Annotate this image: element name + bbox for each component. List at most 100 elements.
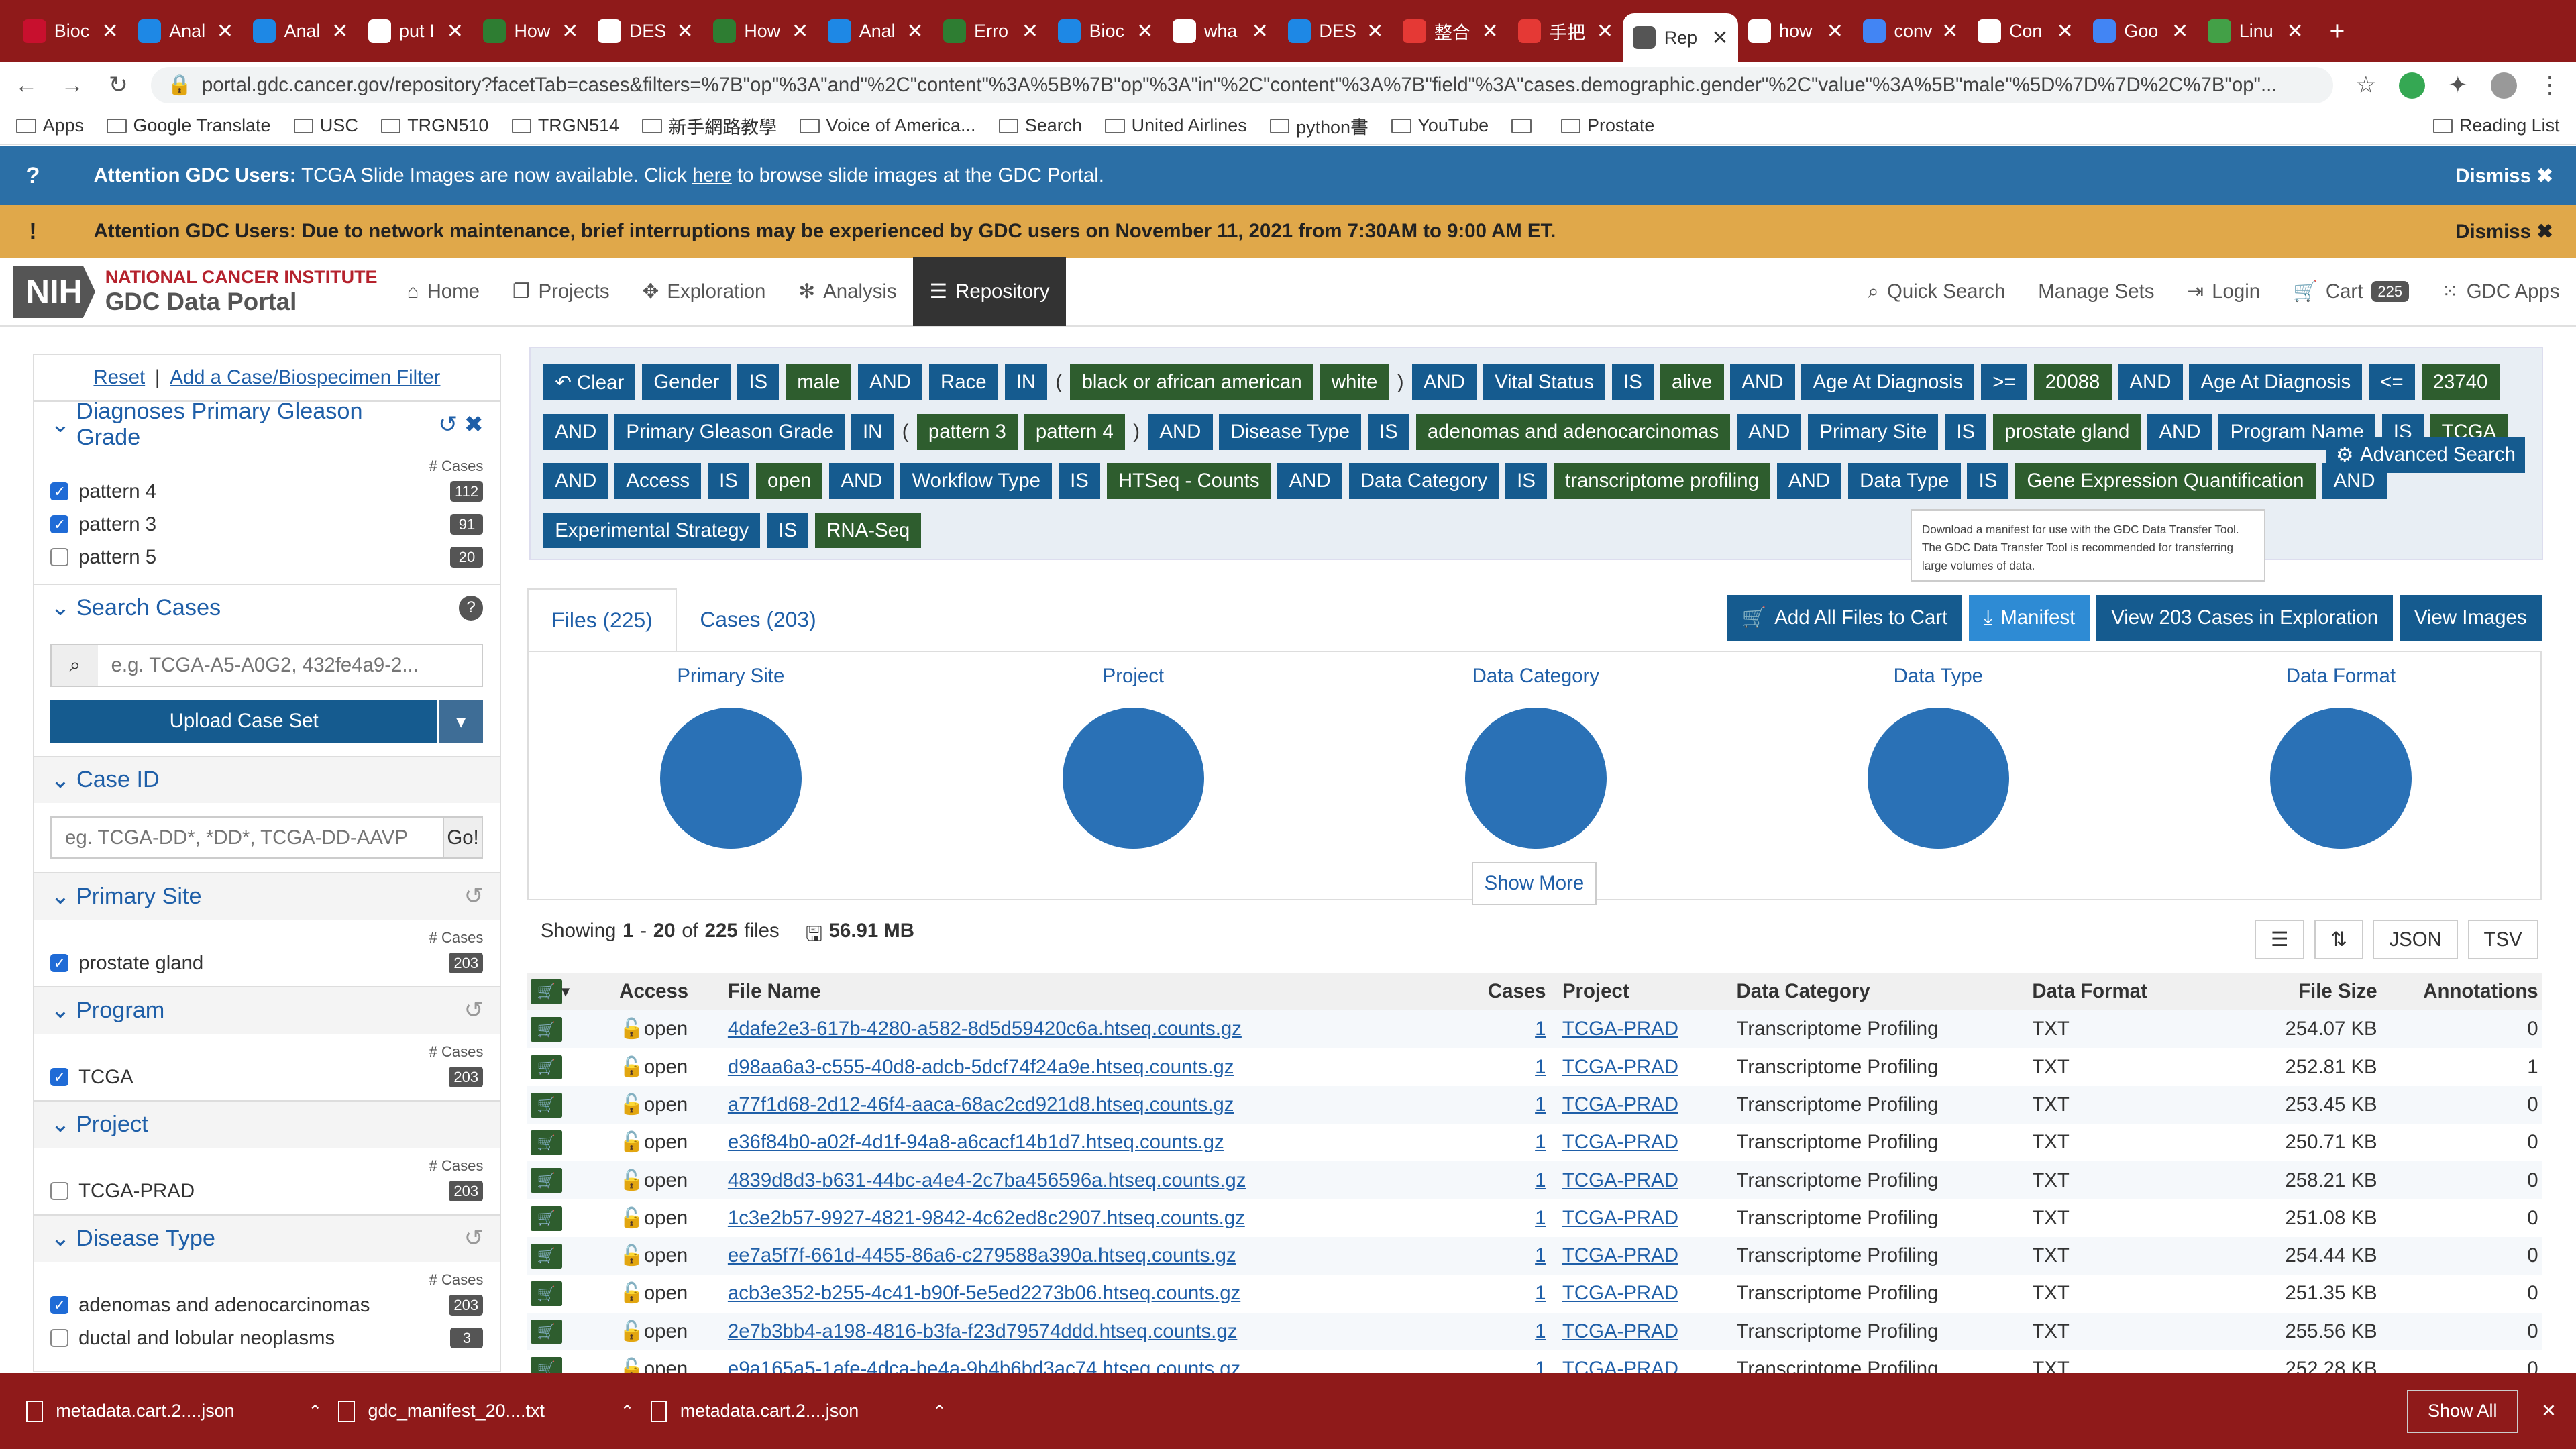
browser-tab[interactable]: 整合 ✕ bbox=[1393, 10, 1508, 53]
facet-header[interactable]: ⌄ Program ↺ bbox=[34, 987, 500, 1034]
col-annotations[interactable]: Annotations bbox=[2377, 980, 2542, 1003]
checkbox[interactable] bbox=[50, 1329, 69, 1348]
close-icon[interactable]: ✕ bbox=[1136, 19, 1153, 43]
case-id-input[interactable] bbox=[52, 817, 443, 858]
filter-value[interactable]: pattern 4 bbox=[1024, 413, 1125, 450]
search-input[interactable] bbox=[98, 645, 482, 686]
filter-value[interactable]: white bbox=[1320, 364, 1389, 401]
close-icon[interactable]: ✕ bbox=[1827, 19, 1843, 43]
browser-tab[interactable]: Linu ✕ bbox=[2198, 10, 2313, 53]
filter-value[interactable]: prostate gland bbox=[1993, 413, 2141, 450]
filter-operator[interactable]: IS bbox=[1967, 463, 2009, 499]
filter-field[interactable]: Disease Type bbox=[1219, 413, 1362, 450]
cart-add-icon[interactable]: 🛒 bbox=[531, 1319, 562, 1344]
cart-add-icon[interactable]: 🛒 bbox=[531, 1244, 562, 1269]
reset-icon[interactable]: ↺ bbox=[464, 997, 484, 1024]
file-name-link[interactable]: e36f84b0-a02f-4d1f-94a8-a6cacf14b1d7.hts… bbox=[728, 1131, 1224, 1153]
facet-header[interactable]: ⌄ Disease Type ↺ bbox=[34, 1215, 500, 1262]
sort-button[interactable]: ⇅ bbox=[2314, 920, 2363, 960]
tab-cases[interactable]: Cases (203) bbox=[677, 588, 839, 651]
filter-operator[interactable]: AND bbox=[1148, 413, 1213, 450]
project-link[interactable]: TCGA-PRAD bbox=[1562, 1169, 1678, 1191]
browser-tab[interactable]: Anal ✕ bbox=[243, 10, 358, 53]
cases-link[interactable]: 1 bbox=[1535, 1018, 1546, 1040]
bookmark-item[interactable]: TRGN514 bbox=[511, 115, 619, 136]
cart-add-icon[interactable]: 🛒 bbox=[531, 1168, 562, 1193]
filter-field[interactable]: Data Type bbox=[1847, 463, 1961, 499]
reset-icon[interactable]: ↺ bbox=[438, 411, 458, 438]
bookmark-item[interactable]: TRGN510 bbox=[381, 115, 488, 136]
filter-operator[interactable]: AND bbox=[2147, 413, 2212, 450]
star-icon[interactable]: ☆ bbox=[2353, 72, 2379, 99]
bookmark-item[interactable]: Apps bbox=[16, 115, 84, 136]
bookmark-item[interactable]: Google Translate bbox=[107, 115, 270, 136]
checkbox[interactable]: ✓ bbox=[50, 1296, 69, 1315]
menu-icon[interactable]: ⋮ bbox=[2536, 72, 2563, 99]
new-tab-button[interactable]: + bbox=[2330, 17, 2345, 46]
filter-value[interactable]: Gene Expression Quantification bbox=[2015, 463, 2316, 499]
col-project[interactable]: Project bbox=[1562, 980, 1737, 1003]
gdc-logo[interactable]: NIH NATIONAL CANCER INSTITUTE GDC Data P… bbox=[13, 265, 378, 319]
facet-header[interactable]: ⌄ Diagnoses Primary Gleason Grade ↺ ✖ bbox=[34, 398, 500, 450]
browser-tab[interactable]: 手把 ✕ bbox=[1508, 10, 1623, 53]
filter-operator[interactable]: AND bbox=[1776, 463, 1842, 499]
close-icon[interactable]: ✕ bbox=[561, 19, 578, 43]
cart-add-icon[interactable]: 🛒 bbox=[531, 1055, 562, 1080]
facet-header[interactable]: ⌄ Project bbox=[34, 1101, 500, 1148]
project-link[interactable]: TCGA-PRAD bbox=[1562, 1320, 1678, 1342]
filter-operator[interactable]: >= bbox=[1981, 364, 2027, 401]
manage-sets-button[interactable]: Manage Sets bbox=[2022, 257, 2171, 326]
browser-tab[interactable]: How ✕ bbox=[473, 10, 588, 53]
upload-case-set-button[interactable]: Upload Case Set bbox=[50, 700, 437, 743]
cases-link[interactable]: 1 bbox=[1535, 1207, 1546, 1229]
browser-tab[interactable]: DES ✕ bbox=[588, 10, 703, 53]
pie-chart[interactable] bbox=[1465, 707, 1607, 849]
cart-add-icon[interactable]: 🛒 bbox=[531, 1281, 562, 1307]
close-icon[interactable]: ✕ bbox=[2541, 1401, 2557, 1421]
cart-select-all-icon[interactable]: 🛒 bbox=[531, 979, 562, 1004]
bookmark-item[interactable]: YouTube bbox=[1391, 115, 1489, 136]
filter-operator[interactable]: IS bbox=[1058, 463, 1100, 499]
reading-list-button[interactable]: Reading List bbox=[2432, 115, 2560, 136]
show-more-button[interactable]: Show More bbox=[1471, 862, 1597, 905]
view-images-button[interactable]: View Images bbox=[2399, 594, 2542, 641]
filter-operator[interactable]: AND bbox=[1411, 364, 1477, 401]
filter-operator[interactable]: IN bbox=[851, 413, 894, 450]
cases-link[interactable]: 1 bbox=[1535, 1093, 1546, 1116]
caret-down-icon[interactable]: ▾ bbox=[437, 700, 484, 743]
forward-icon[interactable]: → bbox=[59, 72, 85, 99]
nav-repository[interactable]: ☰ Repository bbox=[913, 257, 1067, 327]
project-link[interactable]: TCGA-PRAD bbox=[1562, 1056, 1678, 1078]
here-link[interactable]: here bbox=[692, 164, 732, 186]
checkbox[interactable]: ✓ bbox=[50, 482, 69, 501]
manifest-button[interactable]: ⤓ Manifest bbox=[1969, 594, 2090, 641]
advanced-search-button[interactable]: ⚙ Advanced Search bbox=[2326, 437, 2526, 474]
close-icon[interactable]: ✕ bbox=[1712, 26, 1729, 50]
filter-value[interactable]: 23740 bbox=[2421, 364, 2500, 401]
filter-field[interactable]: Workflow Type bbox=[900, 463, 1053, 499]
nav-projects[interactable]: ❐ Projects bbox=[496, 257, 626, 326]
col-file-name[interactable]: File Name bbox=[728, 980, 1484, 1003]
project-link[interactable]: TCGA-PRAD bbox=[1562, 1093, 1678, 1116]
nav-exploration[interactable]: ✥ Exploration bbox=[626, 257, 782, 326]
filter-value[interactable]: pattern 3 bbox=[916, 413, 1018, 450]
dismiss-button[interactable]: Dismiss ✖ bbox=[2455, 220, 2576, 244]
browser-tab[interactable]: Rep ✕ bbox=[1623, 13, 1738, 63]
help-icon[interactable]: ? bbox=[458, 595, 484, 621]
close-icon[interactable]: ✕ bbox=[1366, 19, 1383, 43]
dismiss-button[interactable]: Dismiss ✖ bbox=[2455, 164, 2576, 188]
project-link[interactable]: TCGA-PRAD bbox=[1562, 1207, 1678, 1229]
file-name-link[interactable]: a77f1d68-2d12-46f4-aaca-68ac2cd921d8.hts… bbox=[728, 1093, 1234, 1116]
bookmark-item[interactable]: python書 bbox=[1270, 113, 1368, 139]
filter-field[interactable]: Primary Site bbox=[1808, 413, 1939, 450]
file-name-link[interactable]: 2e7b3bb4-a198-4816-b3fa-f23d79574ddd.hts… bbox=[728, 1320, 1237, 1342]
go-button[interactable]: Go! bbox=[442, 817, 482, 858]
facet-option[interactable]: ✓ pattern 3 91 bbox=[50, 508, 484, 541]
cart-button[interactable]: 🛒 Cart 225 bbox=[2277, 257, 2426, 326]
facet-option[interactable]: ductal and lobular neoplasms 3 bbox=[50, 1322, 484, 1354]
browser-tab[interactable]: Bioc ✕ bbox=[13, 10, 128, 53]
close-icon[interactable]: ✕ bbox=[1482, 19, 1499, 43]
avatar[interactable] bbox=[2490, 72, 2517, 99]
facet-header[interactable]: ⌄ Primary Site ↺ bbox=[34, 873, 500, 920]
filter-operator[interactable]: IS bbox=[767, 512, 809, 549]
